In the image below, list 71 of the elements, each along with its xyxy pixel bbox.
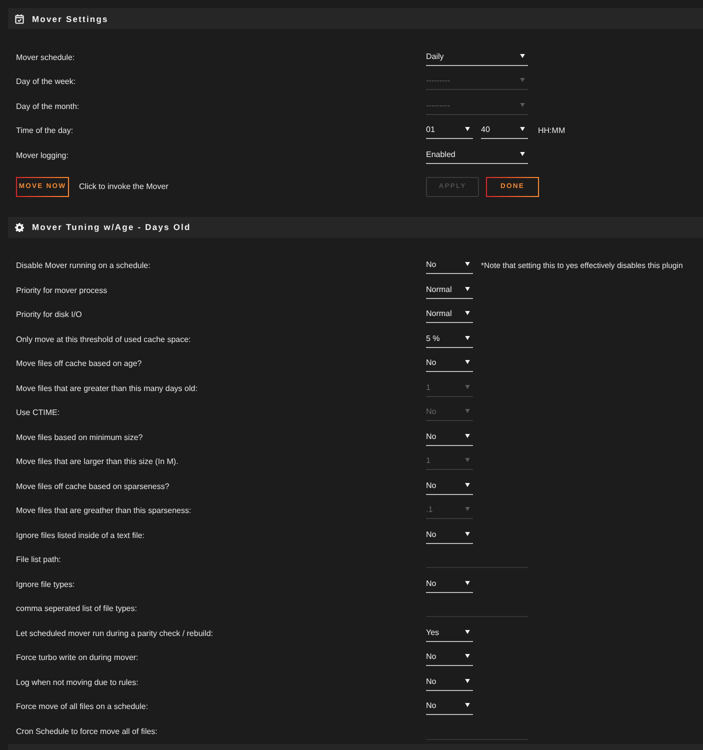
- caret-icon: [520, 127, 525, 132]
- caret-icon: [465, 532, 470, 536]
- caret-icon: [465, 507, 470, 512]
- setting-label: Time of the day:: [16, 126, 74, 136]
- dropdown-select[interactable]: 40: [481, 122, 528, 140]
- dropdown-select[interactable]: No: [426, 649, 473, 666]
- gear-icon: [15, 222, 24, 232]
- caret-icon: [465, 311, 470, 316]
- caret-icon: [465, 630, 470, 634]
- setting-label: Only move at this threshold of used cache space:: [16, 334, 191, 344]
- setting-label: Day of the week:: [16, 77, 76, 86]
- dropdown-select[interactable]: Yes: [426, 624, 473, 642]
- hint-text: Click to invoke the Mover: [79, 182, 168, 191]
- setting-label: Priority for disk I/O: [16, 310, 82, 320]
- dropdown-select[interactable]: Daily: [426, 48, 528, 66]
- dropdown-select[interactable]: 5 %: [426, 330, 473, 348]
- dropdown-select[interactable]: No: [426, 674, 473, 691]
- caret-icon: [520, 102, 525, 107]
- setting-label: Move files off cache based on age?: [16, 359, 142, 368]
- setting-label: Move files that are greather than this sparseness:: [16, 506, 192, 516]
- dropdown-select[interactable]: Normal: [426, 306, 473, 324]
- caret-icon: [465, 286, 470, 291]
- dropdown-select[interactable]: No: [426, 698, 473, 716]
- setting-label: Cron Schedule to force move all of files:: [16, 726, 158, 736]
- dropdown-select[interactable]: 01: [426, 122, 473, 140]
- caret-icon: [465, 127, 470, 132]
- setting-label: Move files that are larger than this size (In M).: [16, 457, 178, 466]
- dropdown-select[interactable]: Normal: [426, 282, 473, 299]
- setting-label: comma seperated list of file types:: [16, 604, 137, 614]
- setting-label: Move files off cache based on sparseness?: [16, 482, 170, 491]
- caret-icon: [465, 409, 470, 414]
- dropdown-select[interactable]: No: [426, 576, 473, 593]
- dropdown-select[interactable]: No: [426, 355, 473, 372]
- setting-label: Force turbo write on during mover:: [16, 653, 138, 662]
- caret-icon: [465, 703, 470, 708]
- setting-label: Move files based on minimum size?: [16, 432, 143, 442]
- caret-icon: [520, 54, 525, 58]
- setting-label: Disable Mover running on a schedule:: [16, 261, 150, 270]
- setting-label: Use CTIME:: [16, 408, 60, 418]
- section-title: Mover Settings: [32, 14, 108, 24]
- caret-icon: [465, 384, 470, 389]
- section-title: Mover Tuning w/Age - Days Old: [32, 222, 191, 232]
- setting-label: Mover schedule:: [16, 52, 75, 62]
- setting-label: Priority for mover process: [16, 286, 108, 295]
- caret-icon: [465, 580, 470, 585]
- setting-label: Let scheduled mover run during a parity check / rebuild:: [16, 628, 213, 638]
- caret-icon: [520, 152, 525, 156]
- calendar-icon: [15, 14, 24, 24]
- setting-label: Move files that are greater than this many days old:: [16, 384, 198, 393]
- setting-label: Log when not moving due to rules:: [16, 678, 138, 687]
- caret-icon: [465, 654, 470, 658]
- caret-icon: [465, 678, 470, 683]
- setting-label: Day of the month:: [16, 102, 80, 111]
- caret-icon: [465, 458, 470, 462]
- caret-icon: [465, 360, 470, 364]
- dropdown-select[interactable]: Enabled: [426, 146, 528, 164]
- caret-icon: [465, 262, 470, 266]
- setting-label: Mover logging:: [16, 150, 68, 160]
- dropdown-select[interactable]: No: [426, 428, 473, 446]
- setting-label: Ignore files listed inside of a text file:: [16, 530, 145, 540]
- setting-label: File list path:: [16, 555, 61, 564]
- setting-label: Force move of all files on a schedule:: [16, 702, 148, 712]
- dropdown-select[interactable]: No: [426, 526, 473, 544]
- dropdown-select[interactable]: No: [426, 478, 473, 495]
- caret-icon: [520, 78, 525, 82]
- caret-icon: [465, 336, 470, 340]
- caret-icon: [465, 434, 470, 438]
- time-format-label: HH:MM: [538, 126, 566, 136]
- caret-icon: [465, 482, 470, 487]
- dropdown-select[interactable]: No: [426, 257, 473, 274]
- setting-label: Ignore file types:: [16, 580, 75, 589]
